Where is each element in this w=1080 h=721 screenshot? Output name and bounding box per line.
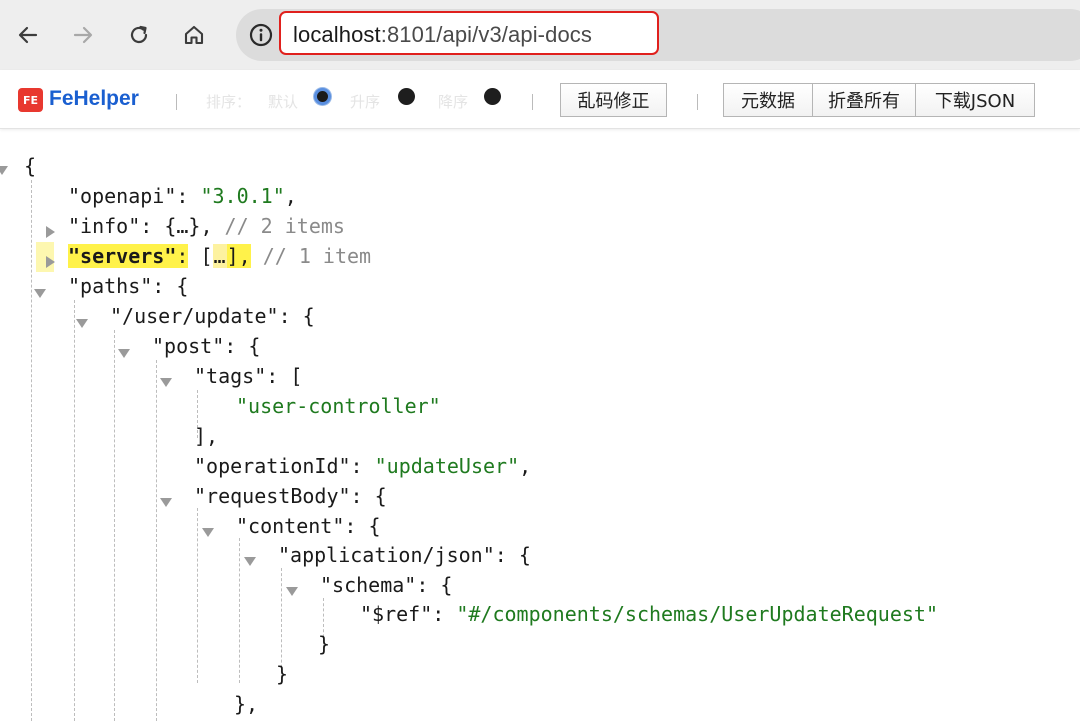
back-button[interactable] [10, 17, 46, 53]
json-line: "schema": { [320, 573, 453, 597]
fehelper-logo: FE [18, 88, 43, 112]
sort-default-radio[interactable] [314, 88, 331, 105]
collapse-arrow-icon[interactable] [116, 345, 132, 361]
metadata-button[interactable]: 元数据 [723, 83, 813, 117]
json-viewer: { "openapi": "3.0.1", "info": {…}, // 2 … [0, 128, 1080, 721]
json-key: "openapi" [68, 184, 177, 208]
collapse-arrow-icon[interactable] [284, 583, 300, 599]
json-line: } [276, 660, 288, 688]
json-key: "servers" [68, 244, 177, 268]
fehelper-toolbar: FE FeHelper 排序： 默认 升序 降序 乱码修正 元数据 折叠所有 下… [0, 70, 1080, 129]
json-string: "3.0.1" [200, 184, 285, 208]
collapse-arrow-icon[interactable] [200, 524, 216, 540]
url-text[interactable]: localhost:8101/api/v3/api-docs [293, 22, 592, 48]
toolbar-divider [176, 94, 177, 110]
indent-guide [114, 330, 115, 721]
json-line: "application/json": { [278, 543, 531, 567]
collapse-arrow-icon[interactable] [242, 553, 258, 569]
json-key: "tags" [194, 364, 267, 388]
json-line[interactable]: "servers": […], // 1 item [68, 242, 371, 270]
json-brace: }, [234, 692, 259, 716]
collapse-arrow-icon[interactable] [0, 162, 10, 178]
home-button[interactable] [176, 17, 212, 53]
json-line: ], [194, 422, 218, 450]
json-key: "schema" [320, 573, 417, 597]
json-key: "info" [68, 214, 141, 238]
home-icon [184, 25, 204, 45]
json-key: "/user/update" [110, 304, 279, 328]
json-comment: // 2 items [224, 214, 345, 238]
indent-guide [74, 300, 75, 721]
json-string: "#/components/schemas/UserUpdateRequest" [456, 602, 938, 626]
json-line: "openapi": "3.0.1", [68, 184, 297, 208]
download-json-button[interactable]: 下载JSON [915, 83, 1035, 117]
json-key: "$ref" [360, 602, 433, 626]
json-key-highlighted: "servers": [68, 244, 189, 268]
collapse-arrow-icon[interactable] [158, 494, 174, 510]
site-info-icon[interactable] [248, 22, 274, 48]
expand-arrow-icon[interactable] [42, 224, 58, 240]
forward-button[interactable] [65, 17, 101, 53]
indent-guide [197, 508, 198, 683]
json-line: }, [234, 690, 258, 718]
json-line: "tags": [ [194, 364, 303, 388]
sort-desc-label: 降序 [438, 93, 469, 111]
json-line: "requestBody": { [194, 484, 387, 508]
json-line: "content": { [236, 514, 381, 538]
json-line: "$ref": "#/components/schemas/UserUpdate… [360, 602, 938, 626]
json-brace: } [318, 632, 331, 656]
json-line: "post": { [152, 334, 261, 358]
json-line: "operationId": "updateUser", [194, 454, 532, 478]
json-bracket: ], [194, 424, 219, 448]
json-line: { [24, 152, 36, 180]
arrow-left-icon [18, 26, 38, 44]
expand-arrow-icon[interactable] [42, 254, 58, 270]
sort-asc-label: 升序 [350, 93, 381, 111]
json-line: } [318, 630, 330, 658]
collapsed-ellipsis[interactable]: … [176, 214, 188, 238]
fehelper-title: FeHelper [49, 87, 139, 110]
url-path: :8101/api/v3/api-docs [380, 22, 592, 47]
json-brace: { [24, 154, 37, 178]
toolbar-divider [697, 94, 698, 110]
collapse-all-button[interactable]: 折叠所有 [812, 83, 916, 117]
json-key: "paths" [68, 274, 153, 298]
json-key: "operationId" [194, 454, 351, 478]
toolbar-divider [532, 94, 533, 110]
fix-encoding-button[interactable]: 乱码修正 [560, 83, 667, 117]
json-line: "user-controller" [236, 392, 441, 420]
sort-desc-radio[interactable] [484, 88, 501, 105]
indent-guide [239, 538, 240, 683]
json-key: "content" [236, 514, 345, 538]
collapse-arrow-icon[interactable] [158, 374, 174, 390]
view-button-group: 元数据 折叠所有 下载JSON [723, 83, 1035, 117]
sort-label: 排序： [206, 93, 252, 111]
collapsed-ellipsis[interactable]: … [212, 244, 227, 268]
json-brace: } [276, 662, 289, 686]
json-key: "post" [152, 334, 225, 358]
json-line: "paths": { [68, 274, 189, 298]
sort-default-label: 默认 [268, 93, 299, 111]
json-comment: // 1 item [262, 244, 372, 268]
collapse-arrow-icon[interactable] [32, 285, 48, 301]
indent-guide [31, 180, 32, 721]
url-highlight-box[interactable]: localhost:8101/api/v3/api-docs [279, 11, 659, 55]
sort-asc-radio[interactable] [398, 88, 415, 105]
json-key: "requestBody" [194, 484, 351, 508]
json-string: "updateUser" [374, 454, 520, 478]
collapse-arrow-icon[interactable] [74, 315, 90, 331]
json-string: "user-controller" [236, 394, 441, 418]
json-key: "application/json" [278, 543, 495, 567]
json-line: "/user/update": { [110, 304, 315, 328]
browser-toolbar: localhost:8101/api/v3/api-docs [0, 0, 1080, 70]
url-host: localhost [293, 22, 381, 47]
reload-icon [130, 25, 148, 44]
indent-guide [156, 360, 157, 721]
json-line[interactable]: "info": {…}, // 2 items [68, 212, 345, 240]
arrow-right-icon [73, 26, 93, 44]
reload-button[interactable] [121, 17, 157, 53]
